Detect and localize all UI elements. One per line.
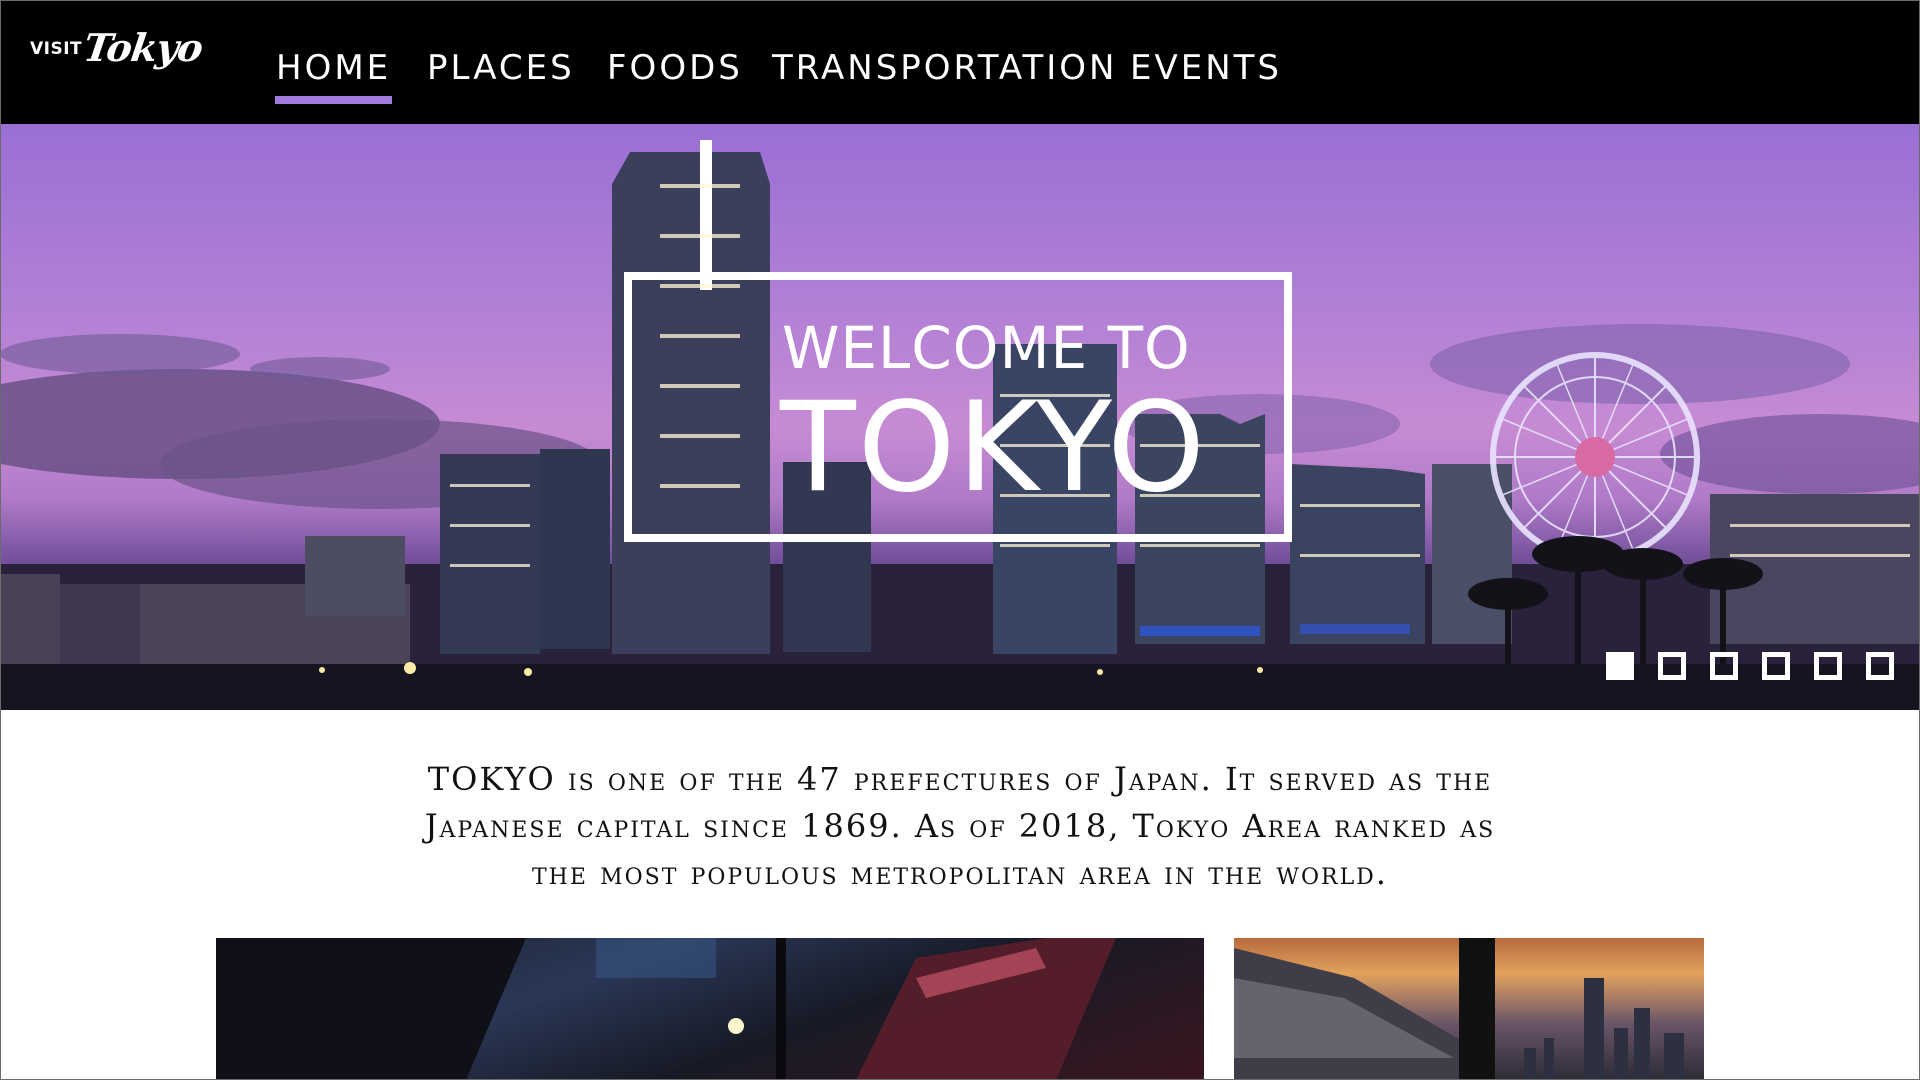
slide-dot-4[interactable] [1762,652,1790,680]
nav-transportation[interactable]: TRANSPORTATION [772,48,1117,88]
slide-dot-3[interactable] [1710,652,1738,680]
nav-home[interactable]: HOME [274,48,393,104]
intro-line-1: TOKYO is one of the 47 prefectures of Ja… [427,760,1493,798]
slide-dot-2[interactable] [1658,652,1686,680]
slide-dot-5[interactable] [1814,652,1842,680]
street-night-photo[interactable] [216,938,1204,1080]
slide-dot-6[interactable] [1866,652,1894,680]
train-sunset-photo[interactable] [1234,938,1704,1080]
logo-visit-text: VISIT [30,39,83,59]
slider-pagination [1606,652,1894,680]
hero-banner: WELCOME TO TOKYO [0,124,1920,710]
slide-dot-1[interactable] [1606,652,1634,680]
intro-line-2: Japanese capital since 1869. As of 2018,… [424,807,1496,845]
nav-foods[interactable]: FOODS [607,48,743,88]
top-navbar: VISIT Tokyo HOME PLACES FOODS TRANSPORTA… [0,0,1920,124]
intro-line-3: the most populous metropolitan area in t… [532,854,1388,892]
intro-paragraph: TOKYO is one of the 47 prefectures of Ja… [380,756,1540,897]
hero-subtitle: WELCOME TO [782,314,1191,382]
logo-tokyo-text: Tokyo [80,25,206,70]
nav-events[interactable]: EVENTS [1130,48,1282,88]
nav-places[interactable]: PLACES [427,48,575,88]
hero-title: TOKYO [780,376,1207,520]
